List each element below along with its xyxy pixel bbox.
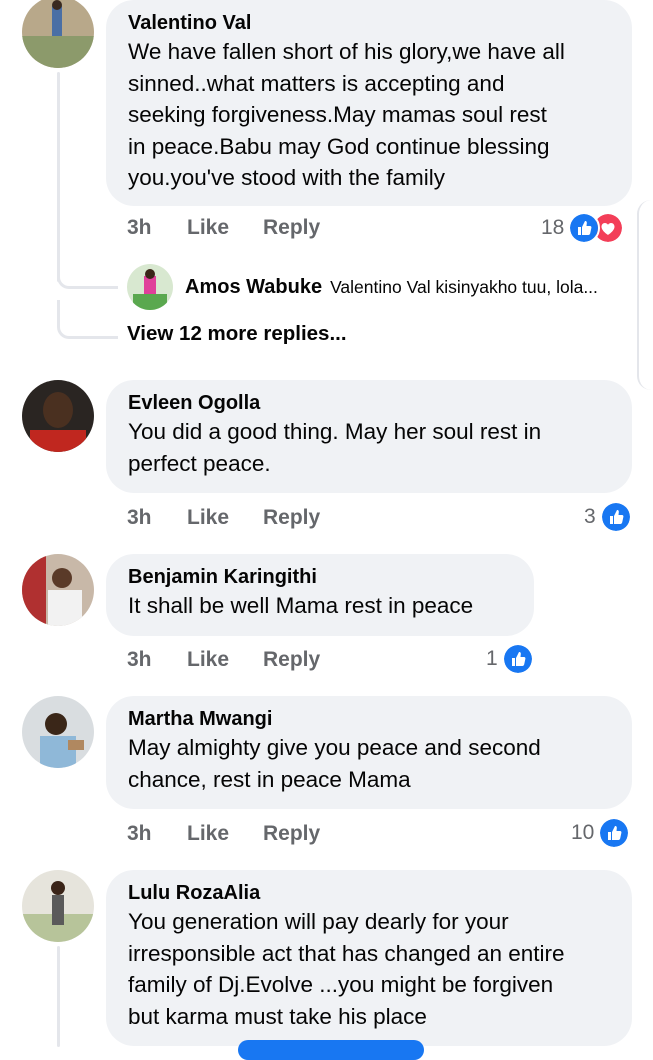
comment-timestamp[interactable]: 3h xyxy=(127,822,187,846)
reply-button[interactable]: Reply xyxy=(263,648,320,672)
comment-line: but karma must take his place xyxy=(128,1003,427,1029)
comment-line: you.you've stood with the family xyxy=(128,165,445,190)
avatar[interactable] xyxy=(22,554,94,626)
thread-elbow xyxy=(57,300,118,339)
reaction-count: 10 xyxy=(571,821,595,844)
like-reaction-icon xyxy=(598,817,631,849)
comment-bubble: Valentino Val We have fallen short of hi… xyxy=(106,0,632,206)
comment-timestamp[interactable]: 3h xyxy=(127,216,187,240)
reply-preview[interactable]: Amos Wabuke Valentino Val kisinyakho tuu… xyxy=(127,264,598,310)
comment-timestamp[interactable]: 3h xyxy=(127,648,187,672)
comment-actions: 3h Like Reply xyxy=(127,506,320,530)
comment-actions: 3h Like Reply xyxy=(127,216,320,240)
comment-line: sinned..what matters is accepting and xyxy=(128,70,505,96)
thread-elbow xyxy=(57,250,118,289)
comment-bubble: Benjamin Karingithi It shall be well Mam… xyxy=(106,554,534,636)
comment-actions: 3h Like Reply xyxy=(127,822,320,846)
comment-bubble: Martha Mwangi May almighty give you peac… xyxy=(106,696,632,809)
reaction-count: 18 xyxy=(541,216,565,239)
comment-text: It shall be well Mama rest in peace xyxy=(128,590,512,622)
reply-text: Valentino Val kisinyakho tuu, lola... xyxy=(330,276,598,297)
reply-avatar[interactable] xyxy=(127,264,173,310)
reply-button[interactable]: Reply xyxy=(263,216,320,240)
reaction-summary[interactable]: 18 xyxy=(541,212,625,244)
comment-line: You generation will pay dearly for your xyxy=(128,909,509,934)
like-button[interactable]: Like xyxy=(187,648,263,672)
comment-line: It shall be well Mama rest in peace xyxy=(128,593,474,618)
comment-text: You did a good thing. May her soul rest … xyxy=(128,416,610,479)
like-reaction-icon xyxy=(599,501,632,533)
reaction-summary[interactable]: 3 xyxy=(584,501,632,533)
avatar[interactable] xyxy=(22,870,94,942)
reaction-summary[interactable]: 10 xyxy=(571,817,631,849)
avatar[interactable] xyxy=(22,0,94,68)
scrollbar[interactable] xyxy=(637,200,653,390)
comment-text: We have fallen short of his glory,we hav… xyxy=(128,36,610,194)
like-button[interactable]: Like xyxy=(187,216,263,240)
reply-button[interactable]: Reply xyxy=(263,506,320,530)
like-reaction-icon xyxy=(568,212,601,244)
comment-text: You generation will pay dearly for your … xyxy=(128,906,610,1032)
view-more-replies-link[interactable]: View 12 more replies... xyxy=(127,322,347,346)
comment-text: May almighty give you peace and second c… xyxy=(128,732,610,795)
like-reaction-icon xyxy=(501,643,534,675)
comment-line: You did a good thing. May her soul rest … xyxy=(128,419,542,444)
commenter-name[interactable]: Martha Mwangi xyxy=(128,706,610,732)
comment-line: We have fallen short of his glory,we hav… xyxy=(128,39,565,64)
commenter-name[interactable]: Evleen Ogolla xyxy=(128,390,610,416)
comment-line: seeking forgiveness.May mamas soul rest xyxy=(128,102,547,127)
commenter-name[interactable]: Valentino Val xyxy=(128,10,610,36)
comment-actions: 3h Like Reply xyxy=(127,648,320,672)
avatar[interactable] xyxy=(22,380,94,452)
thread-line xyxy=(57,946,60,1047)
comment-bubble: Lulu RozaAlia You generation will pay de… xyxy=(106,870,632,1046)
comment-line: in peace.Babu may God continue blessing xyxy=(128,133,550,159)
commenter-name[interactable]: Benjamin Karingithi xyxy=(128,564,512,590)
comment-line: perfect peace. xyxy=(128,450,271,476)
comment-bubble: Evleen Ogolla You did a good thing. May … xyxy=(106,380,632,493)
reply-button[interactable]: Reply xyxy=(263,822,320,846)
comment-line: family of Dj.Evolve ...you might be forg… xyxy=(128,972,554,997)
like-button[interactable]: Like xyxy=(187,506,263,530)
commenter-name[interactable]: Lulu RozaAlia xyxy=(128,880,610,906)
reaction-count: 3 xyxy=(584,505,596,528)
comment-timestamp[interactable]: 3h xyxy=(127,506,187,530)
avatar[interactable] xyxy=(22,696,94,768)
reaction-count: 1 xyxy=(486,647,498,670)
comment-line: May almighty give you peace and second xyxy=(128,735,541,760)
comment-line: chance, rest in peace Mama xyxy=(128,766,411,792)
reply-author-name[interactable]: Amos Wabuke xyxy=(185,276,322,299)
new-comments-pill[interactable] xyxy=(238,1040,424,1060)
reaction-summary[interactable]: 1 xyxy=(486,643,534,675)
comment-line: irresponsible act that has changed an en… xyxy=(128,940,565,966)
like-button[interactable]: Like xyxy=(187,822,263,846)
